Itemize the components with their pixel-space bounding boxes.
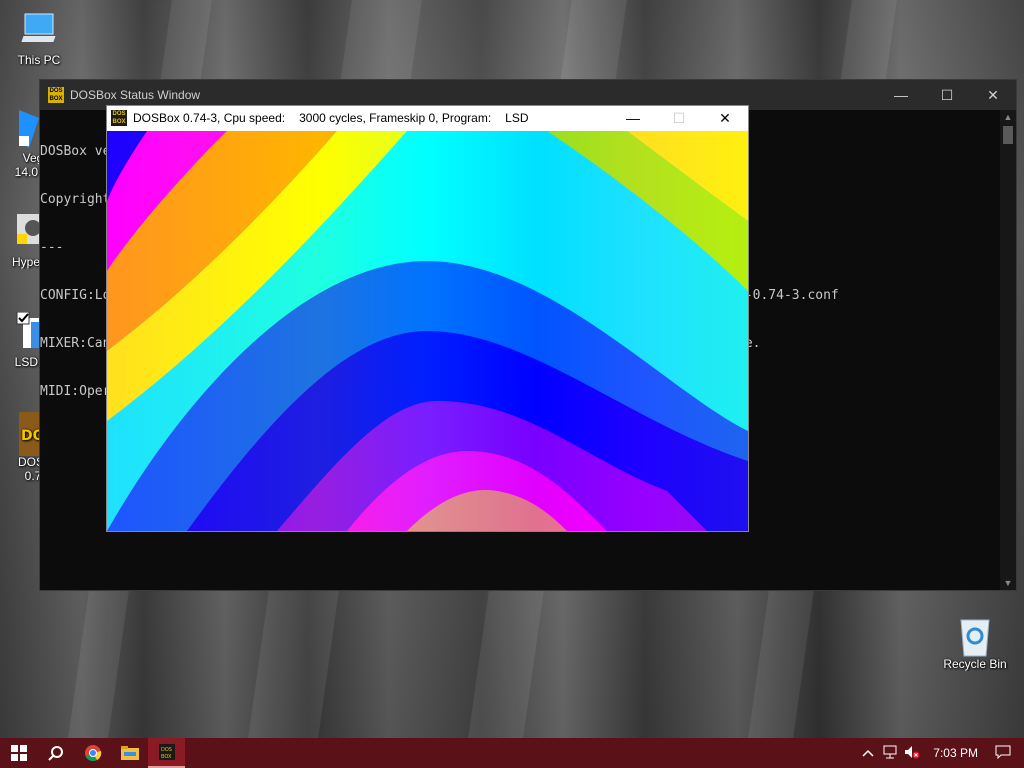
network-button[interactable]: [879, 745, 901, 762]
desktop-icon-this-pc[interactable]: This PC: [4, 10, 74, 67]
psychedelic-gradient-canvas: [107, 131, 748, 531]
console-scrollbar[interactable]: ▲ ▼: [1000, 110, 1016, 590]
dosbox-title-version: DOSBox 0.74-3, Cpu speed:: [133, 111, 286, 125]
scroll-down-icon[interactable]: ▼: [1000, 576, 1016, 590]
chevron-up-icon: [862, 749, 874, 757]
scrollbar-thumb[interactable]: [1003, 126, 1013, 144]
volume-muted-icon: [905, 745, 920, 758]
maximize-button[interactable]: ☐: [924, 80, 970, 110]
dosbox-icon: DOSBOX: [158, 744, 175, 760]
monitor-icon: [19, 10, 59, 50]
console-line: CONFIG:Lo: [40, 288, 111, 303]
desktop-icon-label: This PC: [17, 53, 61, 67]
desktop-icon-label: Recycle Bin: [943, 657, 1007, 671]
file-icon: [3, 311, 43, 352]
system-tray: 7:03 PM: [857, 738, 1024, 768]
volume-button[interactable]: [901, 745, 923, 762]
scroll-up-icon[interactable]: ▲: [1000, 110, 1016, 124]
chrome-icon: [84, 745, 101, 762]
status-window-title: DOSBox Status Window: [70, 88, 201, 102]
folder-icon: [120, 746, 139, 760]
start-button[interactable]: [0, 738, 37, 768]
dosbox-titlebar[interactable]: DOS BOX DOSBox 0.74-3, Cpu speed: 3000 cy…: [107, 106, 748, 130]
close-button[interactable]: ✕: [702, 106, 748, 130]
dosbox-app-icon: DOS BOX: [111, 110, 127, 126]
minimize-button[interactable]: —: [610, 106, 656, 130]
taskbar-clock[interactable]: 7:03 PM: [933, 746, 978, 760]
svg-text:DOS: DOS: [161, 747, 172, 753]
close-button[interactable]: ✕: [970, 80, 1016, 110]
console-line-tail: x-0.74-3.conf: [737, 288, 839, 303]
notification-icon: [995, 745, 1011, 759]
svg-text:BOX: BOX: [161, 754, 172, 760]
taskbar: DOS BOX 7:03 PM: [0, 738, 1024, 768]
maximize-button: ☐: [672, 109, 686, 126]
search-button[interactable]: [37, 738, 74, 768]
dosbox-title-cycles: 3000 cycles, Frameskip 0, Program:: [299, 111, 492, 125]
desktop-icon-recycle-bin[interactable]: Recycle Bin: [940, 614, 1010, 671]
network-icon: [883, 745, 897, 758]
taskbar-chrome[interactable]: [74, 738, 111, 768]
taskbar-dosbox[interactable]: DOS BOX: [148, 738, 185, 768]
minimize-button[interactable]: —: [878, 80, 924, 110]
show-hidden-icons-button[interactable]: [857, 746, 879, 760]
hyper-icon: [3, 212, 43, 252]
dosbox-window[interactable]: DOS BOX DOSBox 0.74-3, Cpu speed: 3000 cy…: [106, 105, 749, 532]
console-line: MIXER:Can: [40, 336, 111, 351]
recycle-bin-icon: [955, 614, 995, 657]
dosbox-app-icon: DOS BOX: [48, 87, 64, 103]
dosbox-screen[interactable]: [107, 131, 748, 531]
windows-icon: [10, 745, 27, 761]
taskbar-file-explorer[interactable]: [111, 738, 148, 768]
dosbox-title-program: LSD: [505, 111, 529, 125]
search-icon: [47, 746, 63, 761]
action-center-button[interactable]: [992, 745, 1014, 762]
